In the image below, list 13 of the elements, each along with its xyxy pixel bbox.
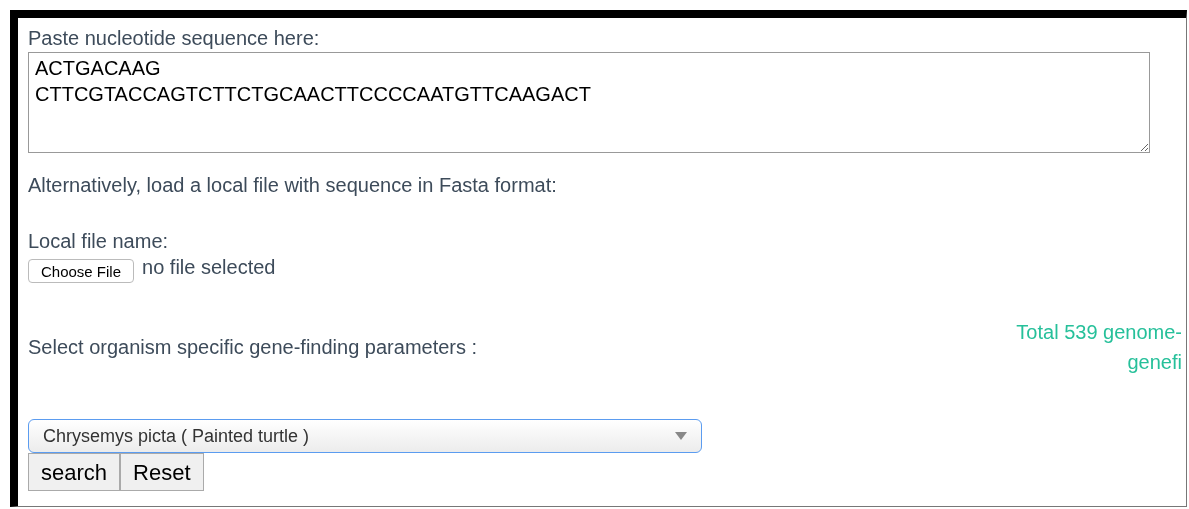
field-label: Select organism specific gene-finding parameters : bbox=[28, 335, 478, 360]
field-label: Paste nucleotide sequence here: bbox=[28, 26, 321, 51]
sequence-field[interactable]: ACTGACAAG CTTCGTACCAGTCTTCTGCAACTTCCCCAATGTTCAAGACT bbox=[28, 52, 1150, 153]
alternative-note: Alternatively, load a local file with sequence in Fasta format: bbox=[28, 173, 558, 198]
genome-count-text: Total 539 genome- bbox=[1016, 320, 1182, 345]
field-label: Local file name: bbox=[28, 229, 170, 254]
choose-file-button[interactable]: Choose File bbox=[28, 259, 135, 283]
form-button[interactable]: search bbox=[28, 453, 121, 491]
organism-select[interactable]: Chrysemys picta ( Painted turtle ) bbox=[28, 419, 702, 453]
dropdown-arrow-icon bbox=[675, 432, 687, 440]
form-button[interactable]: Reset bbox=[120, 453, 204, 491]
file-status: no file selected bbox=[142, 255, 276, 279]
genome-count-text: genefi bbox=[1127, 350, 1182, 375]
